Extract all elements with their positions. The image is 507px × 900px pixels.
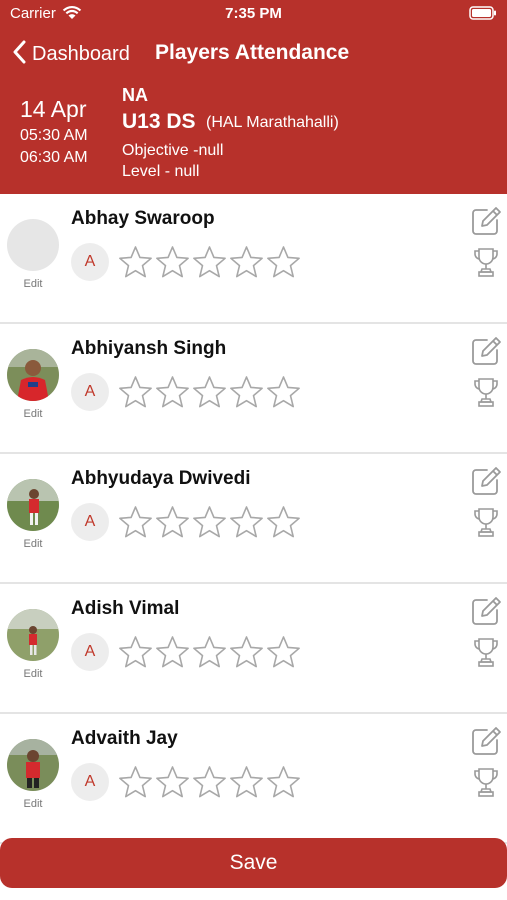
attendance-badge[interactable]: A <box>71 243 109 281</box>
star-icon[interactable] <box>265 505 302 539</box>
star-icon[interactable] <box>228 245 265 279</box>
star-icon[interactable] <box>228 505 265 539</box>
star-icon[interactable] <box>154 505 191 539</box>
status-bar: Carrier 7:35 PM <box>0 0 507 28</box>
trophy-icon[interactable] <box>472 766 500 803</box>
star-icon[interactable] <box>191 375 228 409</box>
back-button[interactable]: Dashboard <box>12 40 130 69</box>
session-level: Level - null <box>122 163 200 180</box>
avatar[interactable] <box>7 609 59 661</box>
save-button[interactable]: Save <box>0 838 507 888</box>
edit-icon[interactable] <box>470 725 502 762</box>
star-icon[interactable] <box>191 505 228 539</box>
avatar[interactable] <box>7 349 59 401</box>
player-name: Adish Vimal <box>71 598 180 619</box>
session-date: 14 Apr <box>20 96 87 122</box>
edit-photo-link[interactable]: Edit <box>0 278 66 290</box>
trophy-icon[interactable] <box>472 246 500 283</box>
edit-icon[interactable] <box>470 335 502 372</box>
star-icon[interactable] <box>191 245 228 279</box>
session-venue: (HAL Marathahalli) <box>206 114 339 131</box>
star-icon[interactable] <box>117 635 154 669</box>
star-icon[interactable] <box>154 765 191 799</box>
star-icon[interactable] <box>191 635 228 669</box>
star-icon[interactable] <box>228 635 265 669</box>
edit-photo-link[interactable]: Edit <box>0 538 66 550</box>
avatar[interactable] <box>7 219 59 271</box>
edit-photo-link[interactable]: Edit <box>0 668 66 680</box>
rating-stars <box>117 245 302 279</box>
star-icon[interactable] <box>154 245 191 279</box>
player-row: Edit Advaith Jay A <box>0 714 507 844</box>
session-team: U13 DS <box>122 110 196 133</box>
player-name: Advaith Jay <box>71 728 178 749</box>
session-objective: Objective -null <box>122 142 224 159</box>
attendance-badge[interactable]: A <box>71 633 109 671</box>
battery-icon <box>469 6 497 25</box>
attendance-badge[interactable]: A <box>71 763 109 801</box>
trophy-icon[interactable] <box>472 506 500 543</box>
back-label: Dashboard <box>32 43 130 65</box>
star-icon[interactable] <box>191 765 228 799</box>
star-icon[interactable] <box>117 375 154 409</box>
avatar[interactable] <box>7 739 59 791</box>
session-code: NA <box>122 85 148 105</box>
star-icon[interactable] <box>228 765 265 799</box>
star-icon[interactable] <box>265 245 302 279</box>
nav-bar: Dashboard Players Attendance <box>0 28 507 78</box>
rating-stars <box>117 375 302 409</box>
page-title: Players Attendance <box>155 41 350 64</box>
rating-stars <box>117 635 302 669</box>
chevron-left-icon <box>12 40 26 69</box>
player-row: Edit Abhiyansh Singh A <box>0 324 507 454</box>
player-row: Edit Adish Vimal A <box>0 584 507 714</box>
edit-photo-link[interactable]: Edit <box>0 408 66 420</box>
rating-stars <box>117 505 302 539</box>
star-icon[interactable] <box>265 765 302 799</box>
player-row: Edit Abhay Swaroop A <box>0 194 507 324</box>
player-row: Edit Abhyudaya Dwivedi A <box>0 454 507 584</box>
attendance-badge[interactable]: A <box>71 503 109 541</box>
session-end-time: 06:30 AM <box>20 149 88 166</box>
edit-icon[interactable] <box>470 595 502 632</box>
edit-icon[interactable] <box>470 205 502 242</box>
star-icon[interactable] <box>265 375 302 409</box>
rating-stars <box>117 765 302 799</box>
edit-icon[interactable] <box>470 465 502 502</box>
trophy-icon[interactable] <box>472 376 500 413</box>
star-icon[interactable] <box>117 245 154 279</box>
star-icon[interactable] <box>154 375 191 409</box>
star-icon[interactable] <box>228 375 265 409</box>
attendance-badge[interactable]: A <box>71 373 109 411</box>
session-header: 14 Apr 05:30 AM 06:30 AM NA U13 DS (HAL … <box>0 78 507 194</box>
star-icon[interactable] <box>117 765 154 799</box>
player-name: Abhyudaya Dwivedi <box>71 468 251 489</box>
player-name: Abhiyansh Singh <box>71 338 227 359</box>
edit-photo-link[interactable]: Edit <box>0 798 66 810</box>
avatar[interactable] <box>7 479 59 531</box>
star-icon[interactable] <box>117 505 154 539</box>
star-icon[interactable] <box>265 635 302 669</box>
star-icon[interactable] <box>154 635 191 669</box>
player-name: Abhay Swaroop <box>71 208 215 229</box>
status-time: 7:35 PM <box>225 5 282 22</box>
save-button-label: Save <box>229 851 278 874</box>
session-start-time: 05:30 AM <box>20 127 88 144</box>
trophy-icon[interactable] <box>472 636 500 673</box>
